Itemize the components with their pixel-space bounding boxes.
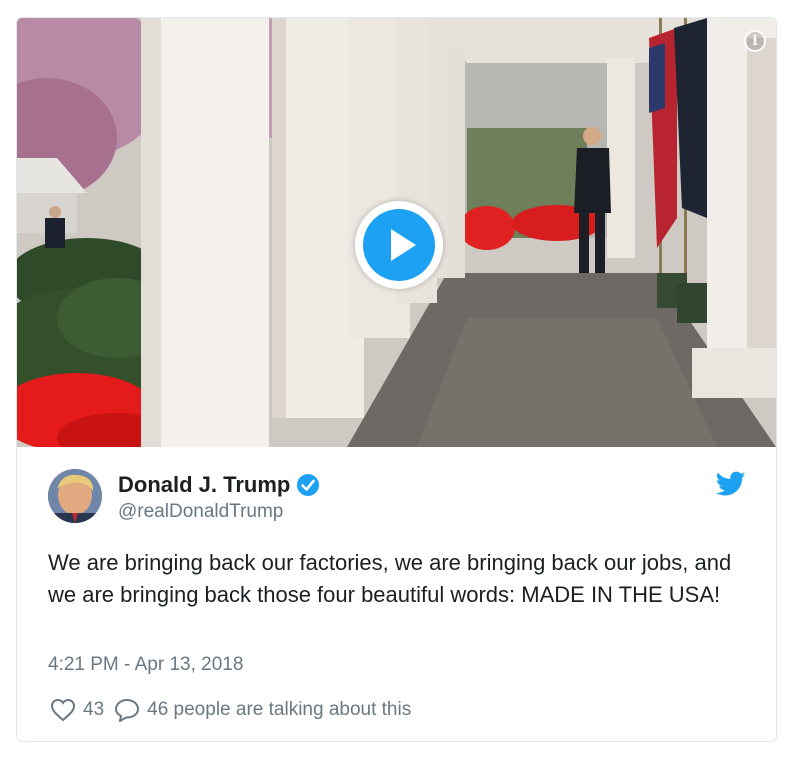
play-button[interactable] [355,201,443,289]
author-handle[interactable]: @realDonaldTrump [118,501,283,523]
info-icon[interactable]: i [744,30,766,52]
verified-badge-icon [297,474,320,496]
conversation-link[interactable]: 46 people are talking about this [114,698,411,722]
video-thumbnail[interactable]: i [17,18,776,447]
author-name[interactable]: Donald J. Trump [118,472,320,498]
timestamp-link[interactable]: 4:21 PM - Apr 13, 2018 [48,654,243,676]
avatar[interactable] [48,469,102,523]
heart-icon [50,698,76,722]
play-icon [363,209,435,281]
speech-bubble-icon [115,699,140,722]
tweet-actions: 43 46 people are talking about this [50,698,421,722]
like-button[interactable]: 43 [50,698,104,722]
tweet-text: We are bringing back our factories, we a… [48,550,732,607]
embedded-tweet-card: i Donald J. Trump @realDonaldTrump We ar… [16,17,777,742]
author-name-text: Donald J. Trump [118,472,291,497]
twitter-bird-icon[interactable] [716,471,746,497]
like-count: 43 [83,699,105,720]
talking-about-text: 46 people are talking about this [147,699,412,720]
tweet-body: Donald J. Trump @realDonaldTrump We are … [17,447,776,741]
